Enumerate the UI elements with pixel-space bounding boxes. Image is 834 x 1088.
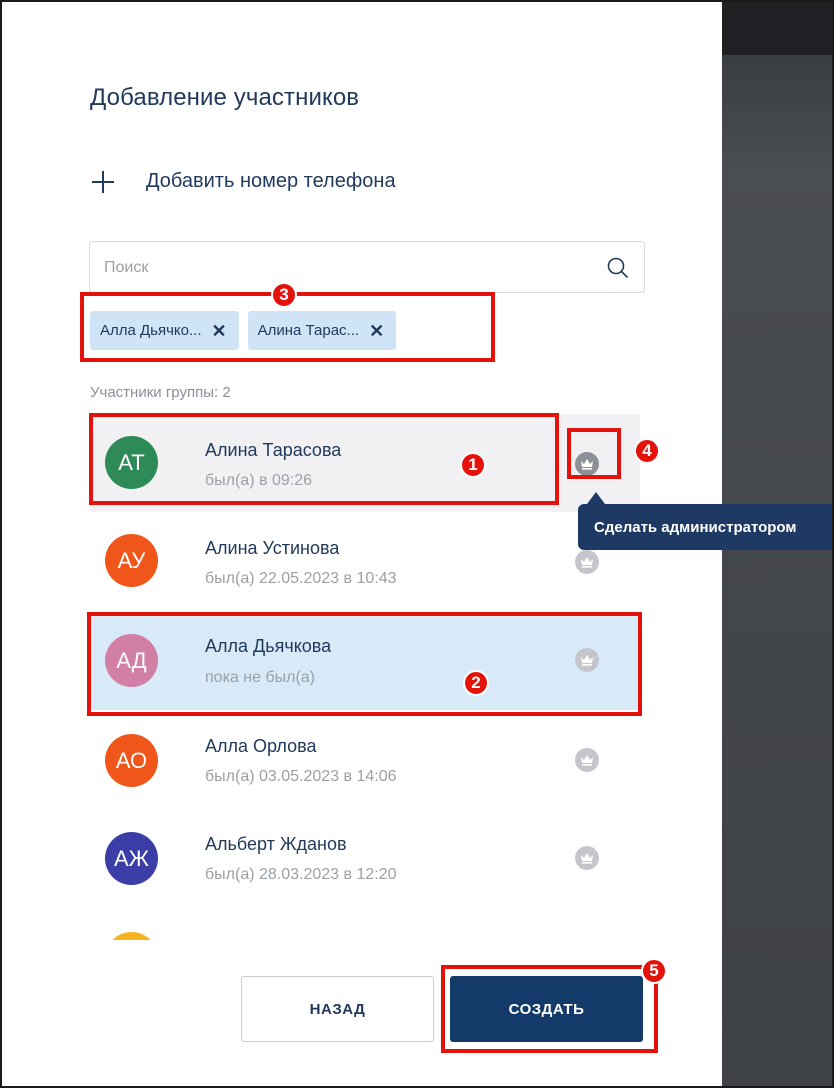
crown-icon[interactable] (575, 748, 599, 772)
chip-selected-member: Алла Дьячко... ✕ (90, 311, 239, 350)
tooltip-arrow (587, 492, 605, 504)
member-name: Алла Орлова (205, 736, 317, 756)
list-item[interactable]: АО Алла Орлова был(а) 03.05.2023 в 14:06 (90, 712, 640, 810)
annotation-badge-1: 1 (460, 452, 486, 478)
plus-icon (92, 170, 114, 193)
avatar: АД (105, 634, 158, 687)
back-button[interactable]: НАЗАД (241, 976, 434, 1042)
list-item[interactable]: · · · · · (90, 910, 640, 940)
search-icon[interactable] (606, 256, 630, 280)
selected-chips: Алла Дьячко... ✕ Алина Тарас... ✕ (90, 311, 397, 350)
crown-icon[interactable] (575, 846, 599, 870)
search-field[interactable] (89, 241, 645, 293)
chip-label: Алина Тарас... (257, 322, 360, 339)
list-item[interactable]: АД Алла Дьячкова пока не был(а) (90, 612, 640, 710)
create-button[interactable]: СОЗДАТЬ (450, 976, 643, 1042)
avatar: АТ (105, 436, 158, 489)
close-icon[interactable]: ✕ (212, 322, 227, 340)
member-name: · · · · · (205, 934, 255, 940)
crown-icon[interactable] (575, 550, 599, 574)
close-icon[interactable]: ✕ (369, 322, 384, 340)
member-status: был(а) в 09:26 (205, 472, 312, 489)
list-item[interactable]: АУ Алина Устинова был(а) 22.05.2023 в 10… (90, 512, 640, 610)
chip-selected-member: Алина Тарас... ✕ (247, 311, 397, 350)
member-status: пока не был(а) (205, 669, 315, 686)
crown-icon[interactable] (575, 648, 599, 672)
dialog-title: Добавление участников (90, 84, 360, 111)
avatar: АЖ (105, 832, 158, 885)
member-name: Алла Дьячкова (205, 636, 332, 656)
add-phone-label: Добавить номер телефона (146, 170, 396, 192)
list-item[interactable]: АЖ Альберт Жданов был(а) 28.03.2023 в 12… (90, 810, 640, 908)
members-list[interactable]: АТ Алина Тарасова был(а) в 09:26 АУ Алин… (90, 410, 640, 940)
make-admin-tooltip: Сделать администратором (578, 504, 834, 550)
member-name: Алина Тарасова (205, 440, 342, 460)
annotation-badge-2: 2 (463, 670, 489, 696)
member-status: был(а) 22.05.2023 в 10:43 (205, 570, 397, 587)
member-name: Алина Устинова (205, 538, 340, 558)
list-item[interactable]: АТ Алина Тарасова был(а) в 09:26 (90, 414, 640, 512)
chip-label: Алла Дьячко... (100, 322, 202, 339)
members-count-label: Участники группы: 2 (90, 384, 231, 401)
annotation-badge-5: 5 (641, 958, 667, 984)
annotation-badge-4: 4 (634, 438, 660, 464)
overlay-top-strip (722, 0, 834, 55)
avatar: АУ (105, 534, 158, 587)
crown-icon[interactable] (575, 452, 599, 476)
search-input[interactable] (104, 254, 584, 282)
member-status: был(а) 28.03.2023 в 12:20 (205, 866, 397, 883)
add-phone-button[interactable]: Добавить номер телефона (92, 170, 396, 193)
annotation-badge-3: 3 (271, 282, 297, 308)
avatar (105, 932, 158, 940)
member-status: был(а) 03.05.2023 в 14:06 (205, 768, 397, 785)
avatar: АО (105, 734, 158, 787)
member-name: Альберт Жданов (205, 834, 347, 854)
